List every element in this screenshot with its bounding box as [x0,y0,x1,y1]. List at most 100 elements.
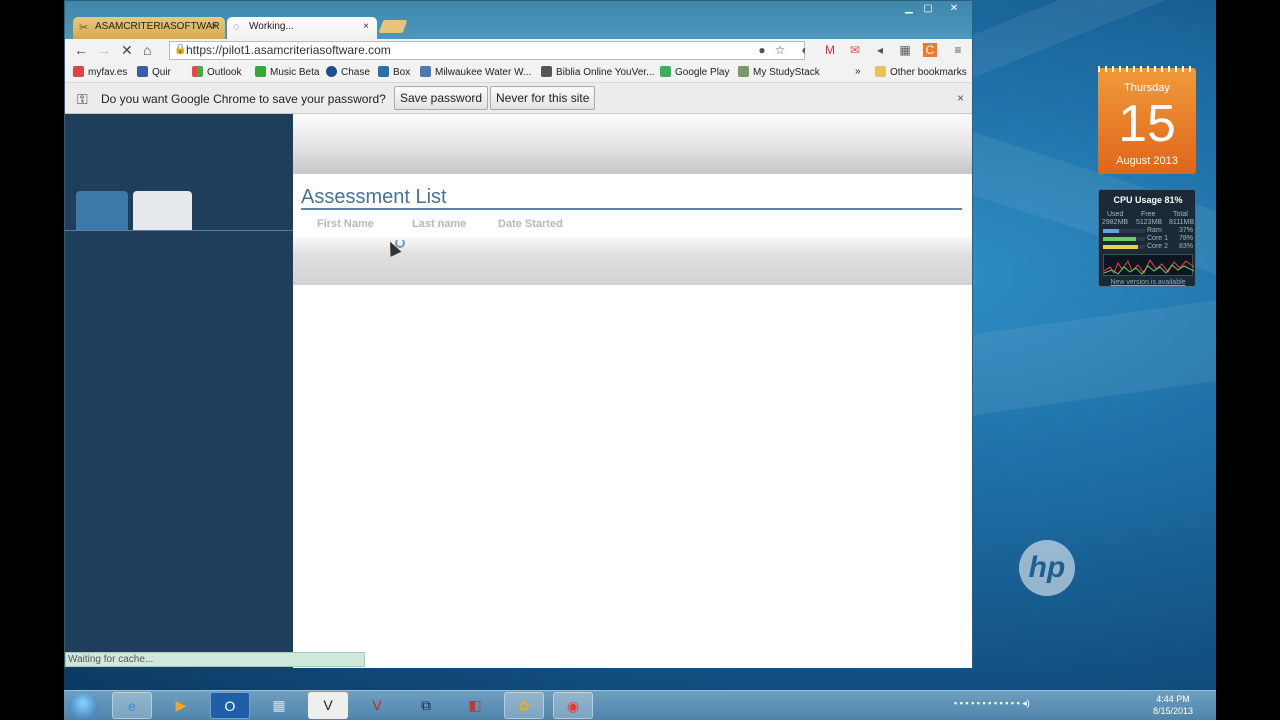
title-divider [301,208,962,210]
vs-taskbar-icon[interactable]: V [357,692,397,719]
busy-spinner-icon [395,238,405,248]
home-icon[interactable]: ⌂ [143,42,151,58]
taskbar: e ▶ O ▦ V V ⧉ ◧ ✿ ◉ ▪ ▪ ▪ ▪ ▪ ▪ ▪ ▪ ▪ ▪ … [64,690,1216,720]
status-bar: Waiting for cache... [65,652,365,667]
tab-label: ASAMCRITERIASOFTWAR [95,21,220,32]
clock-time: 4:44 PM [1156,694,1190,704]
cpu-title: CPU Usage 81% [1113,195,1183,205]
tab-label: Working... [249,21,294,32]
cpu-update-link[interactable]: New version is available [1099,279,1197,286]
tools-icon: ✂ [79,22,89,34]
cpu-graph [1103,254,1195,276]
extension-tools-icon[interactable]: ▦ [898,43,912,57]
loading-spinner-icon: ◌ [233,21,240,33]
clock-date: 8/15/2013 [1152,706,1194,716]
extension-speaker-icon[interactable]: ◂ [873,43,887,57]
start-button[interactable] [68,693,98,719]
column-header-last-name[interactable]: Last name [412,218,466,230]
cpu-row-label: Core 2 [1147,243,1169,250]
extension-mail-icon[interactable]: ✉ [848,43,862,57]
cpu-bar [1103,245,1145,249]
page-content: Assessment List First Name Last name Dat… [65,114,972,668]
bookmark-item[interactable]: Google Play [660,66,729,78]
bookmark-item[interactable]: Music Beta [255,66,319,78]
bookmark-item[interactable]: Box [378,66,410,78]
new-tab-button[interactable] [378,20,408,33]
infobar-message: Do you want Google Chrome to save your p… [101,92,386,106]
system-tray[interactable]: ▪ ▪ ▪ ▪ ▪ ▪ ▪ ▪ ▪ ▪ ▪ ▪ ◂) [954,698,1030,709]
bookmark-item[interactable]: myfav.es [73,66,127,78]
header-band [293,114,972,174]
calculator-taskbar-icon[interactable]: ▦ [259,692,299,719]
bookmark-item[interactable]: Chase [326,66,370,78]
column-header-first-name[interactable]: First Name [317,218,374,230]
bookmark-item[interactable]: My StudyStack [738,66,820,78]
other-bookmarks[interactable]: Other bookmarks [875,66,967,78]
star-icon[interactable]: ☆ [773,43,787,57]
calendar-rings [1098,66,1196,72]
bookmark-item[interactable]: Milwaukee Water W... [420,66,531,78]
screen: Thursday 15 August 2013 CPU Usage 81% Us… [0,0,1280,720]
media-player-taskbar-icon[interactable]: ▶ [161,692,201,719]
outlook-taskbar-icon[interactable]: O [210,692,250,719]
gmail-icon[interactable]: M [823,43,837,57]
forward-icon[interactable]: → [97,42,111,58]
close-icon[interactable]: × [957,91,964,105]
maximize-button[interactable]: ▢ [917,3,939,19]
cpu-bar [1103,229,1145,233]
close-window-button[interactable]: ✕ [943,3,965,19]
cpu-free-value: 5123MB [1136,219,1163,226]
vnc-taskbar-icon[interactable]: V [308,692,348,719]
sidebar-tab-blue[interactable] [76,191,128,231]
column-header-date-started[interactable]: Date Started [498,218,563,230]
sidebar-divider [65,230,293,231]
cpu-row-percent: 78% [1179,235,1194,242]
cpu-bar [1103,237,1145,241]
myfav-icon [73,66,84,77]
extension-phone-icon[interactable]: ◐ [798,43,812,57]
cpu-row-percent: 37% [1179,227,1194,234]
sidebar-tab-light[interactable] [133,191,192,231]
back-icon[interactable]: ← [74,42,88,58]
close-tab-icon[interactable]: × [211,21,217,32]
quir-icon [137,66,148,77]
menu-icon[interactable]: ≡ [951,43,965,57]
key-icon: ⚿ [77,91,88,107]
network-taskbar-icon[interactable]: ⧉ [406,692,446,719]
box-icon [378,66,389,77]
app-flower-taskbar-icon[interactable]: ✿ [504,692,544,719]
rss-taskbar-icon[interactable]: ◧ [455,692,495,719]
folder-icon [875,66,886,77]
windows-icon [192,66,203,77]
cpu-header-total: Total [1173,211,1188,218]
tab-asamcriteria[interactable]: ✂ ASAMCRITERIASOFTWAR × [73,17,225,39]
page-icon [420,66,431,77]
taskbar-clock[interactable]: 4:44 PM 8/15/2013 [1128,693,1218,717]
never-for-site-button[interactable]: Never for this site [490,86,596,110]
play-icon [660,66,671,77]
stop-icon[interactable]: ✕ [121,42,133,59]
lightbulb-icon[interactable]: ● [755,43,769,57]
calendar-gadget[interactable]: Thursday 15 August 2013 [1098,66,1196,174]
chrome-taskbar-icon[interactable]: ◉ [553,692,593,719]
bookmark-item[interactable]: Biblia Online YouVer... [541,66,654,78]
tab-working[interactable]: ◌ Working... × [227,17,377,39]
page-title: Assessment List [301,186,447,208]
cpu-row-percent: 83% [1179,243,1194,250]
close-tab-icon[interactable]: × [363,21,369,32]
chase-icon [326,66,337,77]
bookmark-item[interactable]: Quir [137,66,171,78]
cpu-header-free: Free [1141,211,1156,218]
letterbox-right [1216,0,1280,720]
bookmarks-overflow-button[interactable]: » [855,66,861,77]
chrome-window: ✂ ASAMCRITERIASOFTWAR × ◌ Working... × ▁… [64,0,973,668]
save-password-button[interactable]: Save password [394,86,489,110]
ie-taskbar-icon[interactable]: e [112,692,152,719]
lock-icon: 🔒 [174,44,187,55]
address-bar[interactable]: 🔒 https://pilot1.asamcriteriasoftware.co… [169,41,805,60]
cpu-usage-gadget[interactable]: CPU Usage 81% Used Free Total 2982MB 512… [1098,189,1196,287]
extension-c-icon[interactable]: C [923,43,937,57]
bookmark-item[interactable]: Outlook [192,66,241,78]
title-bar: ✂ ASAMCRITERIASOFTWAR × ◌ Working... × ▁… [65,1,972,39]
cpu-header-used: Used [1107,211,1124,218]
